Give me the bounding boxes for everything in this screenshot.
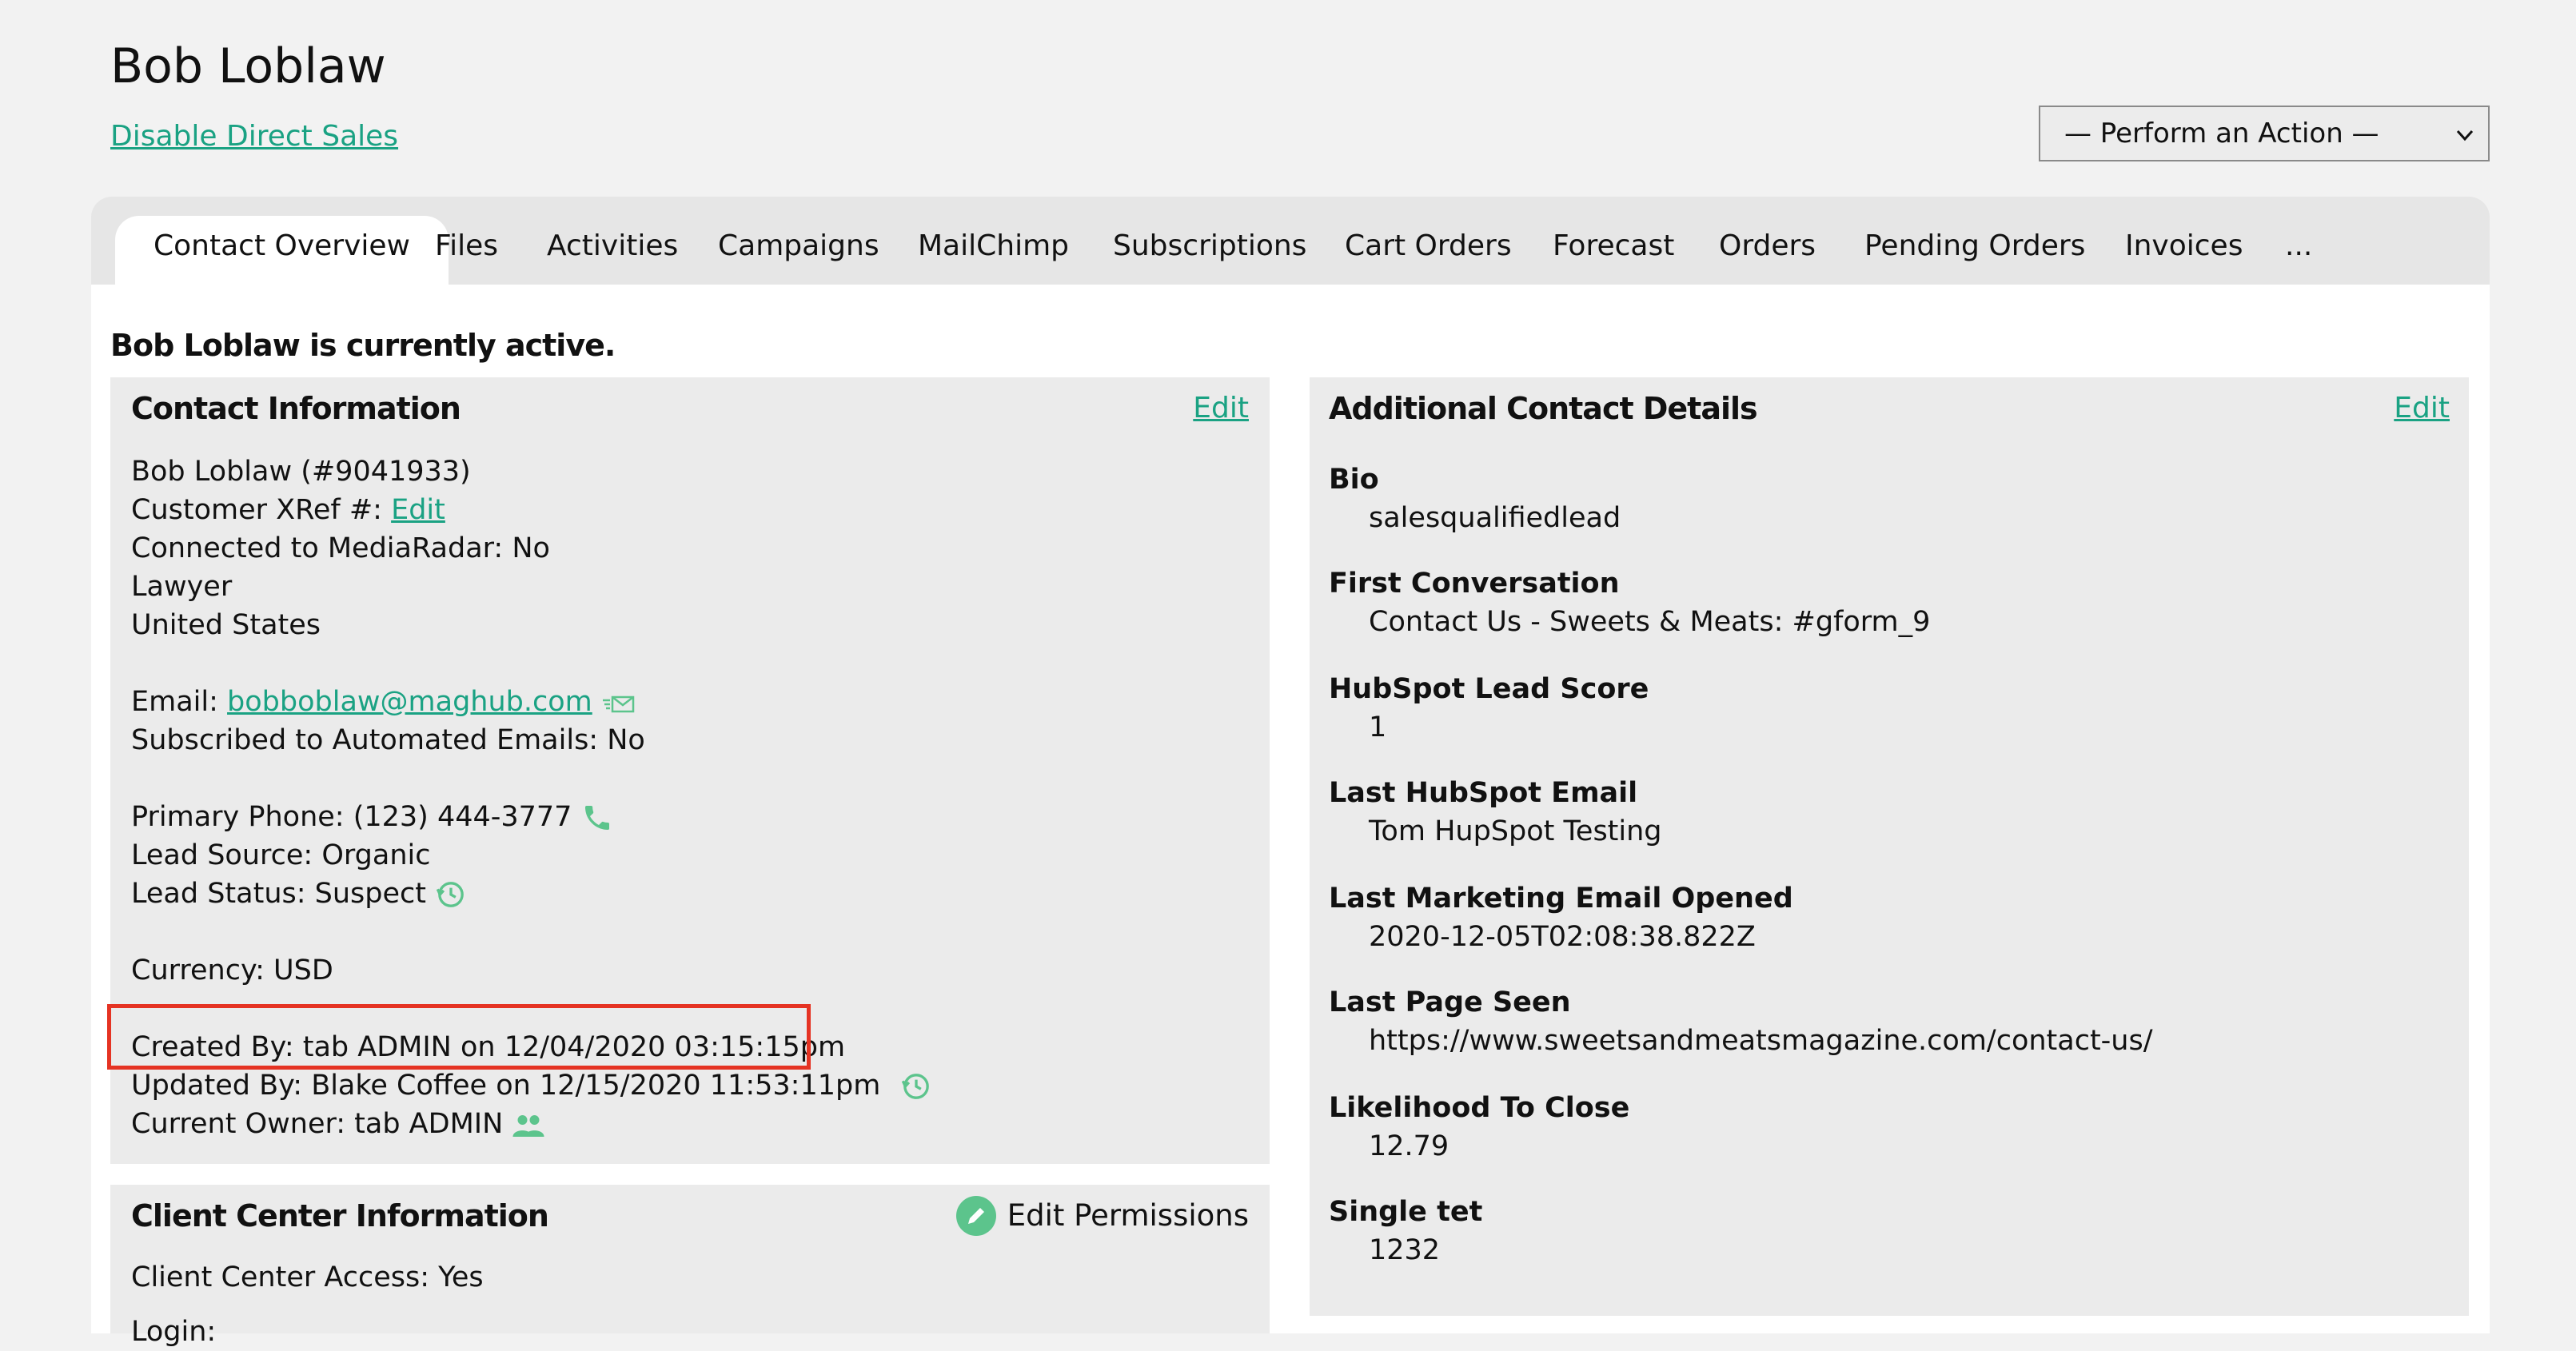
- email-link[interactable]: bobboblaw@maghub.com: [227, 686, 592, 718]
- contact-status: Bob Loblaw is currently active.: [110, 328, 616, 363]
- detail-value: 2020-12-05T02:08:38.822Z: [1369, 921, 1756, 953]
- xref-edit-link[interactable]: Edit: [391, 494, 445, 526]
- send-email-icon[interactable]: [601, 691, 635, 714]
- detail-label: Likelihood To Close: [1329, 1092, 1630, 1124]
- tab-orders[interactable]: Orders: [1719, 216, 1816, 285]
- tab-more[interactable]: ...: [2285, 216, 2312, 285]
- tab-subscriptions[interactable]: Subscriptions: [1113, 216, 1306, 285]
- detail-value: 1: [1369, 711, 1387, 743]
- login-label: Login:: [131, 1316, 217, 1348]
- job-title: Lawyer: [131, 571, 233, 603]
- email-line: Email: bobboblaw@maghub.com: [131, 683, 635, 721]
- tab-activities[interactable]: Activities: [547, 216, 678, 285]
- detail-value: salesqualifiedlead: [1369, 502, 1621, 534]
- detail-value: 1232: [1369, 1234, 1441, 1266]
- current-owner: Current Owner: tab ADMIN: [131, 1108, 504, 1140]
- phone-icon[interactable]: [581, 802, 613, 834]
- users-icon[interactable]: [512, 1110, 545, 1139]
- edit-permissions-label: Edit Permissions: [1007, 1198, 1249, 1233]
- lead-status-line: Lead Status: Suspect: [131, 875, 467, 913]
- currency: Currency: USD: [131, 954, 333, 986]
- primary-phone: Primary Phone: (123) 444-3777: [131, 801, 572, 833]
- client-center-access: Client Center Access: Yes: [131, 1261, 484, 1293]
- subscribed-status: Subscribed to Automated Emails: No: [131, 724, 645, 756]
- updated-by-line: Updated By: Blake Coffee on 12/15/2020 1…: [131, 1066, 932, 1105]
- detail-label: Single tet: [1329, 1196, 1483, 1228]
- client-center-panel: Client Center Information Edit Permissio…: [110, 1185, 1270, 1348]
- perform-action-select[interactable]: — Perform an Action —: [2039, 106, 2490, 161]
- lead-source: Lead Source: Organic: [131, 839, 431, 871]
- xref-label: Customer XRef #:: [131, 494, 392, 526]
- detail-label: Last Page Seen: [1329, 986, 1571, 1018]
- detail-label: Bio: [1329, 464, 1379, 496]
- perform-action-select-value: — Perform an Action —: [2064, 118, 2379, 149]
- detail-label: HubSpot Lead Score: [1329, 673, 1649, 705]
- tab-forecast[interactable]: Forecast: [1553, 216, 1674, 285]
- tab-contact-overview[interactable]: Contact Overview: [115, 216, 449, 285]
- detail-value: 12.79: [1369, 1130, 1449, 1162]
- current-owner-line: Current Owner: tab ADMIN: [131, 1105, 545, 1143]
- page-title: Bob Loblaw: [110, 38, 386, 94]
- panel-title: Contact Information: [131, 391, 461, 426]
- detail-value: https://www.sweetsandmeatsmagazine.com/c…: [1369, 1025, 2153, 1057]
- detail-label: Last Marketing Email Opened: [1329, 883, 1793, 915]
- panel-title: Additional Contact Details: [1329, 391, 1758, 426]
- panel-title: Client Center Information: [131, 1198, 549, 1233]
- chevron-down-icon: [2456, 130, 2474, 141]
- phone-line: Primary Phone: (123) 444-3777: [131, 798, 613, 836]
- history-icon[interactable]: [435, 879, 467, 911]
- pencil-icon: [955, 1196, 996, 1236]
- edit-permissions-button[interactable]: Edit Permissions: [955, 1196, 1249, 1236]
- tab-cart-orders[interactable]: Cart Orders: [1345, 216, 1512, 285]
- updated-by: Updated By: Blake Coffee on 12/15/2020 1…: [131, 1070, 881, 1102]
- lead-status: Lead Status: Suspect: [131, 878, 427, 910]
- tab-invoices[interactable]: Invoices: [2125, 216, 2243, 285]
- created-by-highlight: [107, 1004, 811, 1070]
- history-icon[interactable]: [900, 1070, 932, 1102]
- detail-label: Last HubSpot Email: [1329, 777, 1638, 809]
- country: United States: [131, 609, 321, 641]
- additional-contact-details-panel: Additional Contact Details Edit Bio sale…: [1310, 377, 2469, 1316]
- detail-value: Tom HupSpot Testing: [1369, 815, 1662, 847]
- additional-edit-link[interactable]: Edit: [2394, 389, 2450, 428]
- mediaradar-status: Connected to MediaRadar: No: [131, 532, 550, 564]
- tab-bar: Contact Overview Files Activities Campai…: [91, 197, 2490, 285]
- tab-files[interactable]: Files: [435, 216, 498, 285]
- tab-mailchimp[interactable]: MailChimp: [918, 216, 1069, 285]
- contact-edit-link[interactable]: Edit: [1193, 389, 1249, 428]
- detail-value: Contact Us - Sweets & Meats: #gform_9: [1369, 606, 1931, 638]
- tab-pending-orders[interactable]: Pending Orders: [1864, 216, 2085, 285]
- detail-label: First Conversation: [1329, 568, 1620, 600]
- disable-direct-sales-link[interactable]: Disable Direct Sales: [110, 117, 398, 157]
- tab-campaigns[interactable]: Campaigns: [718, 216, 879, 285]
- email-label: Email:: [131, 686, 228, 718]
- contact-name: Bob Loblaw (#9041933): [131, 456, 471, 488]
- xref-line: Customer XRef #: Edit: [131, 491, 445, 529]
